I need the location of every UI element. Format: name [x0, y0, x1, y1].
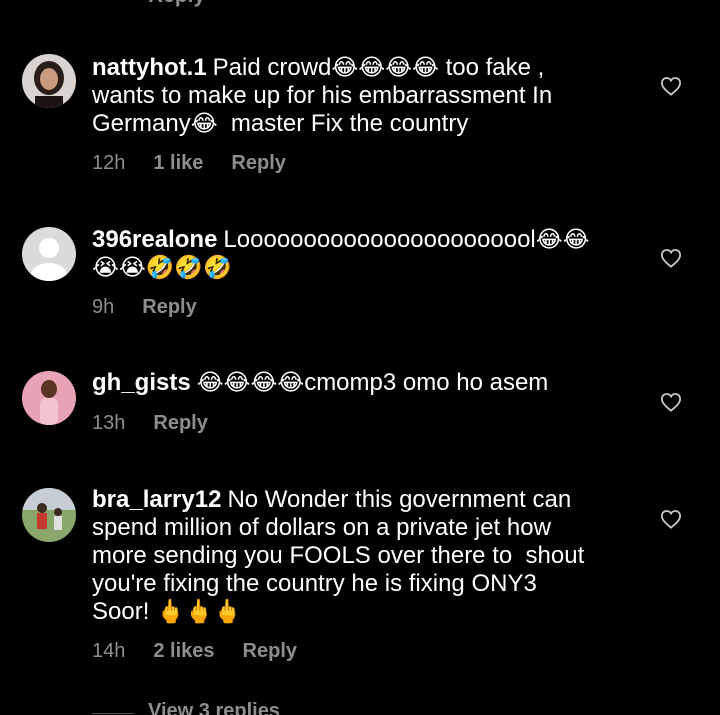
avatar[interactable]	[22, 54, 76, 108]
comment-text-part: Looooooooooooooooooooool	[223, 226, 536, 253]
heart-outline-icon[interactable]	[660, 248, 682, 268]
comment-likes[interactable]: 1 like	[153, 152, 203, 175]
comment-time: 12h	[92, 152, 126, 174]
middle-finger-emoji: 🖕🖕🖕	[156, 599, 242, 625]
comment-text: bra_larry12 No Wonder this government can…	[92, 486, 652, 626]
comment-text-line: wants to make up for his embarrassment I…	[92, 82, 553, 109]
comment-username[interactable]: nattyhot.1	[92, 54, 207, 81]
crying-emoji: 😭😭🤣🤣🤣	[92, 255, 232, 281]
reply-button[interactable]: Reply	[142, 296, 196, 319]
avatar[interactable]	[22, 488, 76, 542]
laughing-emoji: 😂😂😂😂	[331, 55, 439, 81]
avatar[interactable]	[22, 227, 76, 281]
reply-button[interactable]: Reply	[231, 152, 285, 175]
comment-text-part: cmomp3 omo ho asem	[304, 369, 549, 396]
comment-meta: 9h Reply	[92, 296, 197, 319]
comment-text-part: Soor!	[92, 598, 157, 625]
heart-outline-icon[interactable]	[660, 76, 682, 96]
comment-time: 14h	[92, 640, 126, 662]
comment-text: gh_gists 😂😂😂😂cmomp3 omo ho asem	[92, 369, 652, 397]
comment-meta: 12h 1 like Reply	[92, 152, 286, 175]
comment-meta: 14h 2 likes Reply	[92, 640, 297, 663]
view-replies-link[interactable]: View 3 replies	[148, 700, 280, 715]
comment-text: 396realone Looooooooooooooooooooool😂😂 😭😭🤣…	[92, 226, 652, 282]
comment-text-line: you're fixing the country he is fixing O…	[92, 570, 537, 597]
laughing-emoji: 😂	[190, 111, 218, 137]
laughing-emoji: 😂😂😂😂	[196, 370, 305, 396]
comment-time: 9h	[92, 296, 115, 318]
comment-text-line: more sending you FOOLS over there to sho…	[92, 542, 585, 569]
laughing-emoji: 😂😂	[535, 227, 590, 253]
view-replies-divider	[92, 713, 134, 714]
comment-text-part: too fake ,	[438, 54, 545, 81]
comment-username[interactable]: bra_larry12	[92, 486, 221, 513]
comment-text-part: Paid crowd	[212, 54, 332, 81]
comment-username[interactable]: gh_gists	[92, 369, 191, 396]
previous-reply-link[interactable]: Reply	[148, 0, 205, 8]
comment-meta: 13h Reply	[92, 412, 208, 435]
comment-username[interactable]: 396realone	[92, 226, 217, 253]
comment-text-line: spend million of dollars on a private je…	[92, 514, 551, 541]
heart-outline-icon[interactable]	[660, 392, 682, 412]
comment-time: 13h	[92, 412, 126, 434]
comments-page: Reply nattyhot.1Paid crowd😂😂😂😂 too fake …	[0, 0, 720, 715]
reply-button[interactable]: Reply	[243, 640, 297, 663]
reply-button[interactable]: Reply	[153, 412, 207, 435]
comment-text-part: No Wonder this government can	[227, 486, 572, 513]
comment-text-part: Germany	[92, 110, 191, 137]
avatar[interactable]	[22, 371, 76, 425]
comment-likes[interactable]: 2 likes	[153, 640, 214, 663]
comment-text: nattyhot.1 Paid crowd😂😂😂😂 too fake , want…	[92, 54, 652, 138]
heart-outline-icon[interactable]	[660, 509, 682, 529]
comment-text-part: master Fix the country	[217, 110, 469, 137]
